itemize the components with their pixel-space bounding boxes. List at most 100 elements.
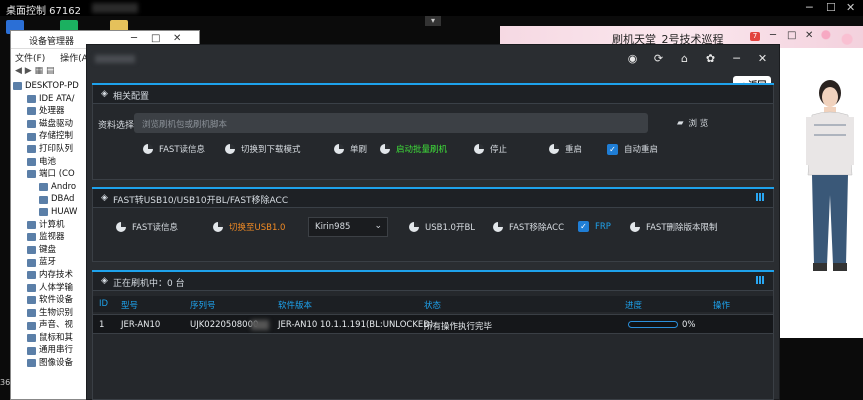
flashing-section-header: ◈ 正在刷机中：0 台 bbox=[92, 270, 774, 291]
switch-usb1-option[interactable]: 切换至USB1.0 bbox=[213, 221, 285, 233]
fast-read-info-option[interactable]: FAST读信息 bbox=[116, 221, 178, 233]
device-tree-label: 软件设备 bbox=[39, 295, 74, 306]
globe-icon[interactable]: ◉ bbox=[626, 52, 639, 65]
folder-open-icon: ▰ bbox=[677, 118, 684, 128]
pie-icon bbox=[225, 144, 235, 154]
device-tree-label: 打印队列 bbox=[39, 143, 74, 154]
character-figure bbox=[806, 80, 854, 271]
config-option[interactable]: 启动批量刷机 bbox=[380, 143, 447, 155]
config-option-label: 重启 bbox=[565, 145, 583, 155]
device-tree-label: 图像设备 bbox=[39, 358, 74, 369]
col-id: ID bbox=[99, 299, 109, 309]
device-tree-label: 蓝牙 bbox=[39, 257, 57, 268]
config-option-label: 单刷 bbox=[350, 145, 368, 155]
forum-maximize-button[interactable]: □ bbox=[787, 30, 796, 41]
device-tree-label: 存储控制 bbox=[39, 131, 74, 142]
flashing-section-title: 正在刷机中：0 台 bbox=[113, 279, 185, 289]
chevron-down-icon: ⌄ bbox=[374, 221, 382, 231]
back-arrow-icon[interactable]: ◀ bbox=[15, 66, 22, 76]
auto-reboot-checkbox[interactable]: ✓ 自动重启 bbox=[607, 143, 658, 155]
remote-title: 桌面控制 67162 bbox=[6, 6, 81, 17]
config-option-label: 启动批量刷机 bbox=[396, 145, 448, 155]
row-serial: UJK0220508000 bbox=[190, 320, 259, 330]
check-icon: ✓ bbox=[607, 143, 618, 155]
device-tree-label: 键盘 bbox=[39, 244, 57, 255]
config-option[interactable]: 切换到下载模式 bbox=[225, 143, 301, 155]
close-icon[interactable]: ✕ bbox=[756, 52, 769, 65]
menu-file[interactable]: 文件(F) bbox=[15, 54, 45, 64]
device-tree-label: DESKTOP-PD bbox=[25, 81, 79, 91]
device-icon bbox=[27, 145, 36, 154]
device-icon bbox=[27, 157, 36, 166]
fast-remove-acc-option[interactable]: FAST移除ACC bbox=[493, 221, 564, 233]
row-id: 1 bbox=[99, 320, 105, 330]
forum-minimize-button[interactable]: ─ bbox=[770, 30, 776, 41]
devmgr-minimize-button[interactable]: ─ bbox=[131, 33, 137, 44]
pie-icon bbox=[334, 144, 344, 154]
layers-icon: ◈ bbox=[101, 89, 108, 99]
devmgr-close-button[interactable]: ✕ bbox=[173, 33, 181, 44]
table-row[interactable]: 1 JER-AN10 UJK0220508000 JER-AN10 10.1.1… bbox=[93, 314, 773, 334]
col-status: 状态 bbox=[424, 301, 442, 311]
device-tree-label: 鼠标和其 bbox=[39, 332, 74, 343]
config-option[interactable]: 重启 bbox=[549, 143, 582, 155]
tool-title-blur bbox=[95, 55, 135, 63]
device-icon bbox=[27, 258, 36, 267]
col-serial: 序列号 bbox=[190, 301, 216, 311]
config-option[interactable]: FAST读信息 bbox=[143, 143, 205, 155]
device-tree-label: Andro bbox=[51, 181, 77, 192]
device-icon bbox=[27, 296, 36, 305]
flower-decoration bbox=[810, 26, 863, 48]
device-tree-label: 内存技术 bbox=[39, 269, 74, 280]
device-tree-label: 磁盘驱动 bbox=[39, 118, 74, 129]
forum-badge: 7 bbox=[750, 32, 760, 41]
pie-icon bbox=[630, 222, 640, 232]
device-icon bbox=[27, 283, 36, 292]
device-icon bbox=[27, 107, 36, 116]
chip-select[interactable]: Kirin985 ⌄ bbox=[308, 217, 388, 237]
tool-titlebar: ◉ ⟳ ⌂ ✿ ─ ✕ bbox=[87, 45, 779, 73]
usb1-unlock-bl-option[interactable]: USB1.0开BL bbox=[409, 221, 475, 233]
remote-maximize-button[interactable]: ☐ bbox=[826, 1, 836, 14]
devmgr-maximize-button[interactable]: □ bbox=[151, 33, 160, 44]
device-tree-label: 生物识别 bbox=[39, 307, 74, 318]
config-option[interactable]: 停止 bbox=[474, 143, 507, 155]
row-model: JER-AN10 bbox=[121, 320, 161, 330]
grid-icon[interactable] bbox=[756, 193, 765, 201]
pie-icon bbox=[409, 222, 419, 232]
remote-minimize-button[interactable]: ─ bbox=[806, 1, 813, 14]
device-icon bbox=[39, 195, 48, 204]
pie-icon bbox=[493, 222, 503, 232]
frp-checkbox[interactable]: ✓ FRP bbox=[578, 221, 611, 232]
device-tree-label: IDE ATA/ bbox=[39, 93, 75, 104]
properties-icon[interactable]: ▦ bbox=[35, 66, 44, 76]
browse-button[interactable]: ▰ 浏 览 bbox=[677, 117, 708, 129]
file-path-input[interactable]: 浏览刷机包或刷机脚本 bbox=[134, 113, 648, 133]
device-table-header: ID 型号 序列号 软件版本 状态 进度 操作 bbox=[93, 296, 773, 312]
device-icon bbox=[27, 308, 36, 317]
row-version: JER-AN10 10.1.1.191(BL:UNLOCKED) bbox=[278, 320, 434, 330]
home-icon[interactable]: ⌂ bbox=[678, 52, 691, 65]
minimize-icon[interactable]: ─ bbox=[730, 52, 743, 65]
remote-toolbar-dropdown[interactable]: ▾ bbox=[425, 16, 441, 26]
chip-select-value: Kirin985 bbox=[315, 222, 351, 232]
config-option-label: 停止 bbox=[490, 145, 508, 155]
remote-close-button[interactable]: ✕ bbox=[846, 1, 855, 14]
device-icon bbox=[27, 170, 36, 179]
col-version: 软件版本 bbox=[278, 301, 313, 311]
device-icon bbox=[27, 359, 36, 368]
frp-label: FRP bbox=[595, 221, 611, 232]
status-number: 36 bbox=[0, 378, 11, 387]
grid-icon[interactable] bbox=[756, 276, 765, 284]
fast-remove-version-limit-option[interactable]: FAST删除版本限制 bbox=[630, 221, 718, 233]
list-icon[interactable]: ▤ bbox=[46, 66, 55, 76]
serial-blur bbox=[251, 320, 269, 330]
layers-icon: ◈ bbox=[101, 193, 108, 203]
forward-arrow-icon[interactable]: ▶ bbox=[25, 66, 32, 76]
device-icon bbox=[27, 246, 36, 255]
config-option[interactable]: 单刷 bbox=[334, 143, 367, 155]
layers-icon: ◈ bbox=[101, 276, 108, 286]
gear-icon[interactable]: ✿ bbox=[704, 52, 717, 65]
refresh-icon[interactable]: ⟳ bbox=[652, 52, 665, 65]
col-action: 操作 bbox=[713, 301, 731, 311]
